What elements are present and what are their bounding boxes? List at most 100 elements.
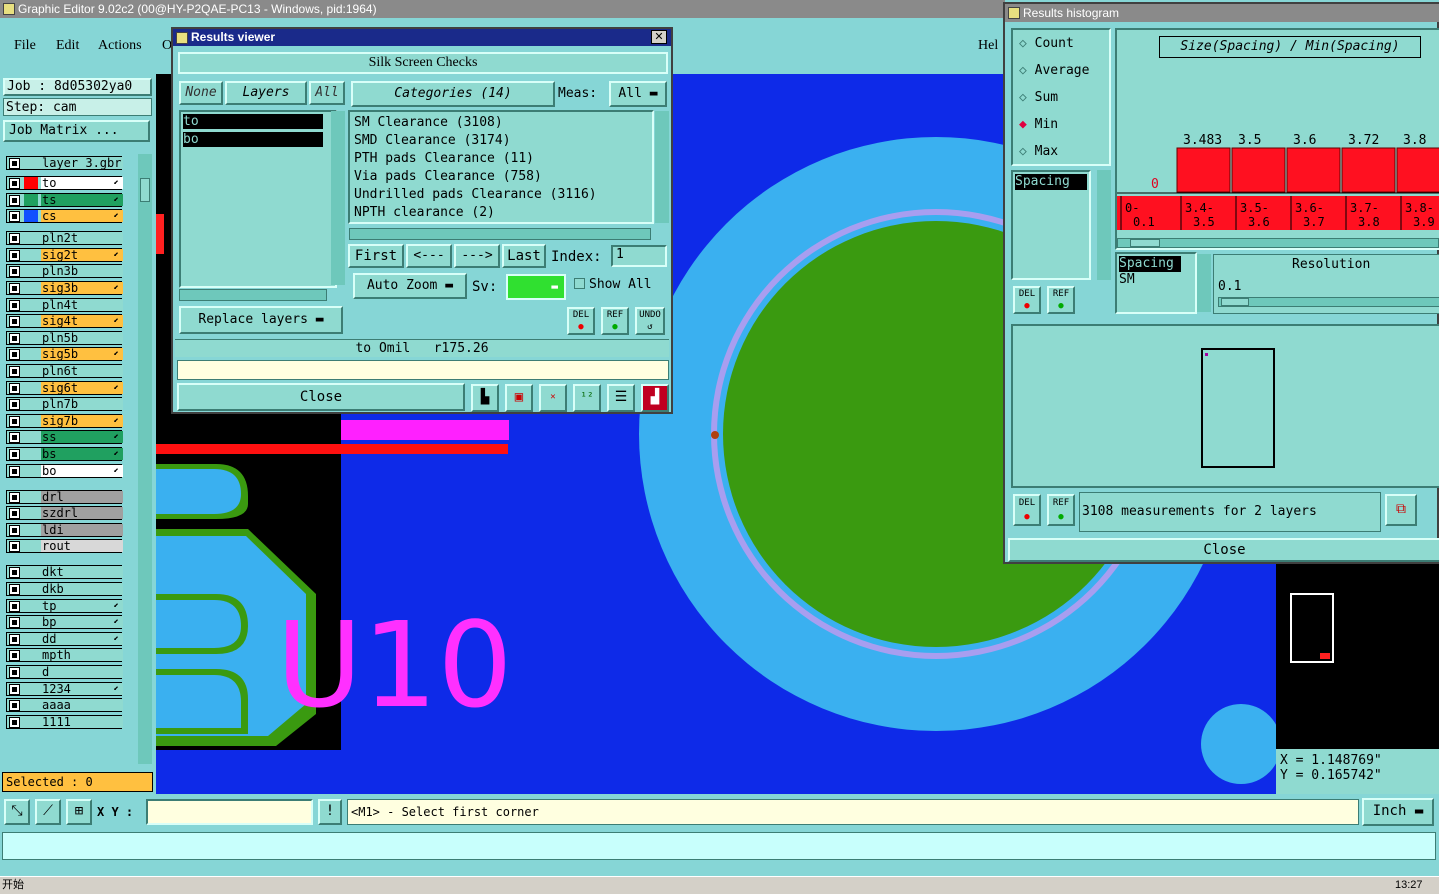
layer-checkbox[interactable] (9, 432, 20, 444)
preview-ref-icon[interactable]: REF ● (1047, 494, 1075, 526)
layer-row-rout[interactable]: rout (6, 539, 123, 554)
spacing-sm-item[interactable]: Spacing (1119, 256, 1181, 272)
layer-checkbox[interactable] (9, 211, 20, 223)
layer-row-sig2t[interactable]: sig2t ⬋ (6, 247, 123, 262)
sv-color-select[interactable]: ▬ (506, 274, 566, 300)
preview-del-icon[interactable]: DEL ● (1013, 494, 1041, 526)
layer-checkbox[interactable] (9, 382, 20, 394)
layer-row-pln6t[interactable]: pln6t (6, 364, 123, 378)
option-max[interactable]: ◇ Max (1019, 144, 1058, 159)
layer-row-sig4t[interactable]: sig4t ⬋ (6, 314, 123, 329)
layer-checkbox[interactable] (9, 633, 20, 645)
zoom-area-icon[interactable]: ⤡ (4, 799, 30, 825)
meas-select[interactable]: All ▬ (609, 81, 667, 107)
layer-checkbox[interactable] (9, 332, 20, 344)
layer-row-pln2t[interactable]: pln2t (6, 231, 123, 246)
layer-results-vscroll[interactable] (331, 111, 345, 285)
xy-input[interactable] (146, 799, 313, 825)
layer-checkbox[interactable] (9, 567, 20, 579)
replace-layers-button[interactable]: Replace layers ▬ (179, 306, 343, 334)
close-icon[interactable]: ✕ (651, 30, 667, 44)
show-all-checkbox[interactable] (574, 278, 585, 289)
option-count[interactable]: ◇ Count (1019, 36, 1074, 51)
layer-row-cs[interactable]: cs ⬋ (6, 209, 123, 224)
layer-list-scrollbar[interactable] (138, 154, 152, 764)
del-icon[interactable]: DEL ● (567, 307, 595, 335)
undo-icon[interactable]: UNDO ↺ (635, 307, 665, 335)
layer-checkbox[interactable] (9, 491, 20, 503)
layer-checkbox[interactable] (9, 667, 20, 678)
layer-result-bo[interactable]: bo (183, 132, 323, 147)
layer-row-bo[interactable]: bo ⬋ (6, 463, 123, 478)
layer-row-sig7b[interactable]: sig7b ⬋ (6, 413, 123, 428)
layer-checkbox[interactable] (9, 700, 20, 712)
category-item[interactable]: Via pads Clearance (758) (354, 168, 652, 186)
start-button[interactable]: 开始 (2, 877, 24, 894)
layer-row-aaaa[interactable]: aaaa (6, 698, 123, 713)
category-item[interactable]: SM Clearance (3108) (354, 114, 652, 132)
layer-checkbox[interactable] (9, 415, 20, 427)
spacing-scroll[interactable] (1097, 170, 1111, 280)
prev-button[interactable]: <--- (406, 244, 452, 268)
chart-icon[interactable]: ▙ (471, 384, 499, 412)
layer-checkbox[interactable] (9, 600, 20, 612)
layer-row-pln7b[interactable]: pln7b (6, 397, 123, 412)
spacing-item[interactable]: Spacing (1015, 174, 1087, 190)
report-icon[interactable]: ▣ (505, 384, 533, 412)
alert-icon[interactable]: ! (318, 799, 342, 825)
index-input[interactable]: 1 (611, 245, 667, 267)
category-vscroll[interactable] (655, 111, 669, 223)
layer-checkbox[interactable] (9, 194, 20, 206)
layer-row-tp[interactable]: tp ⬋ (6, 598, 123, 613)
numbered-icon[interactable]: ¹² (573, 384, 601, 412)
layer-row-drl[interactable]: drl (6, 489, 123, 504)
layer-checkbox[interactable] (9, 617, 20, 629)
layer-row-sig6t[interactable]: sig6t ⬋ (6, 380, 123, 395)
layer-row-dd[interactable]: dd ⬋ (6, 631, 123, 646)
next-button[interactable]: ---> (454, 244, 500, 268)
layer-checkbox[interactable] (9, 716, 20, 728)
notes-icon[interactable]: ☰ (607, 384, 635, 412)
ref-delete-icon[interactable]: ✕ (539, 384, 567, 412)
layer-checkbox[interactable] (9, 465, 20, 477)
layer-checkbox[interactable] (9, 524, 20, 536)
category-hscroll[interactable] (349, 228, 651, 240)
layer-checkbox[interactable] (9, 316, 20, 328)
layer-row-ts[interactable]: ts ⬋ (6, 192, 123, 207)
last-button[interactable]: Last (502, 244, 546, 268)
layer-checkbox[interactable] (9, 366, 20, 377)
layer-row-ldi[interactable]: ldi (6, 522, 123, 537)
layer-results-hscroll[interactable] (179, 289, 327, 301)
menu-actions[interactable]: Actions (98, 38, 142, 54)
layer-checkbox[interactable] (9, 449, 20, 460)
layer-checkbox[interactable] (9, 541, 20, 553)
spacing-sm-scroll[interactable] (1197, 254, 1211, 312)
menu-help[interactable]: Hel (978, 38, 998, 54)
layer-row-mpth[interactable]: mpth (6, 648, 123, 663)
all-button[interactable]: All (309, 81, 345, 105)
layer-row-pln4t[interactable]: pln4t (6, 297, 123, 312)
grid-icon[interactable]: ⊞ (66, 799, 92, 825)
layer-checkbox[interactable] (9, 584, 20, 595)
layer-checkbox[interactable] (9, 399, 20, 411)
measure-icon[interactable]: ⟋ (35, 799, 61, 825)
layer-row-sig3b[interactable]: sig3b ⬋ (6, 281, 123, 295)
layer-checkbox[interactable] (9, 508, 20, 520)
category-item[interactable]: SMD Clearance (3174) (354, 132, 652, 150)
layer-row-d[interactable]: d (6, 665, 123, 679)
histogram-icon[interactable]: ▟ (641, 384, 669, 412)
layer-row-bp[interactable]: bp ⬋ (6, 615, 123, 630)
layers-tab[interactable]: Layers (225, 81, 307, 105)
layer-checkbox[interactable] (9, 650, 20, 662)
layer-checkbox[interactable] (9, 178, 20, 189)
first-button[interactable]: First (348, 244, 404, 268)
layer-row-1111[interactable]: 1111 (6, 714, 123, 729)
layer-row-szdrl[interactable]: szdrl (6, 506, 123, 521)
category-item[interactable]: Undrilled pads Clearance (3116) (354, 186, 652, 204)
layer-checkbox[interactable] (9, 283, 20, 294)
layer-row-bs[interactable]: bs ⬋ (6, 447, 123, 461)
auto-zoom-select[interactable]: Auto Zoom ▬ (353, 273, 467, 299)
spacing-sm-item[interactable]: SM (1119, 272, 1193, 288)
ref-icon[interactable]: REF ● (601, 307, 629, 335)
layer-checkbox[interactable] (9, 266, 20, 278)
